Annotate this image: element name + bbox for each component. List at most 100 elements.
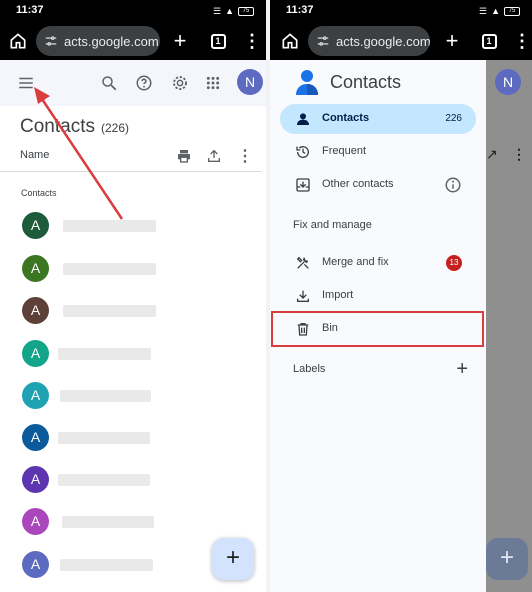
address-bar[interactable]: acts.google.com: [308, 26, 430, 56]
contacts-list-screen: 11:37 ☰ ▲ 75 acts.google.com + 1 ⋮ N Con…: [0, 0, 266, 592]
hamburger-menu-icon[interactable]: [14, 71, 38, 95]
site-settings-icon[interactable]: [316, 34, 330, 48]
contact-list-item[interactable]: A: [0, 340, 266, 370]
search-icon[interactable]: [97, 71, 121, 95]
status-bar: 11:37 ☰ ▲ 75: [270, 0, 532, 22]
contact-list-item[interactable]: A: [0, 297, 266, 327]
contacts-logo-icon: [294, 68, 320, 96]
status-icons: ☰ ▲ 75: [479, 5, 520, 17]
contact-list-item[interactable]: A: [0, 255, 266, 285]
browser-toolbar: acts.google.com + 1 ⋮: [270, 22, 532, 60]
nav-item-import[interactable]: Import: [280, 281, 476, 311]
labels-heading: Labels: [293, 363, 326, 375]
wifi-icon: ☰: [479, 5, 488, 16]
battery-icon: 75: [504, 6, 520, 16]
more-options-icon[interactable]: ⋮: [236, 147, 254, 165]
nav-item-frequent[interactable]: Frequent: [280, 137, 476, 167]
history-icon: [294, 143, 312, 161]
contact-name-placeholder: [58, 432, 150, 444]
contact-avatar: A: [22, 551, 49, 578]
import-icon: [294, 287, 312, 305]
contact-avatar: A: [22, 212, 49, 239]
contact-name-placeholder: [60, 559, 153, 571]
contact-list-item[interactable]: A: [0, 508, 266, 538]
wifi-icon: ☰: [213, 5, 222, 16]
settings-gear-icon[interactable]: [168, 71, 192, 95]
nav-count-contacts: 226: [445, 113, 462, 124]
more-options-icon: ⋮: [512, 146, 526, 162]
tools-icon: [294, 254, 312, 272]
add-label-icon[interactable]: +: [456, 359, 468, 379]
contact-name-placeholder: [58, 474, 150, 486]
contact-avatar: A: [22, 255, 49, 282]
create-contact-fab[interactable]: +: [486, 538, 528, 580]
url-text: acts.google.com: [336, 33, 430, 49]
drawer-scrim[interactable]: N ↗ ⋮ +: [486, 60, 532, 592]
person-icon: [294, 110, 312, 128]
list-header-row: Name ⋮: [0, 140, 262, 172]
contact-list-item[interactable]: A: [0, 212, 266, 242]
contact-list-item[interactable]: A: [0, 424, 266, 454]
labels-section: Labels +: [293, 359, 468, 380]
annotation-highlight-box: [271, 311, 484, 347]
contact-name-placeholder: [63, 305, 156, 317]
export-icon[interactable]: [205, 147, 223, 165]
contact-avatar: A: [22, 297, 49, 324]
contact-list-item[interactable]: A: [0, 382, 266, 412]
apps-grid-icon[interactable]: [201, 71, 225, 95]
nav-label-merge-fix: Merge and fix: [322, 256, 389, 268]
download-box-icon: [294, 176, 312, 194]
nav-item-other-contacts[interactable]: Other contacts: [280, 170, 476, 200]
menu-kebab-icon[interactable]: ⋮: [510, 29, 532, 53]
fix-manage-heading: Fix and manage: [293, 219, 372, 231]
contact-list-item[interactable]: A: [0, 466, 266, 496]
contact-name-placeholder: [62, 516, 154, 528]
signal-icon: ▲: [491, 6, 500, 16]
tab-switcher-button[interactable]: 1: [206, 29, 230, 53]
page-title-text: Contacts: [20, 116, 95, 137]
browser-toolbar: acts.google.com + 1 ⋮: [0, 22, 266, 60]
name-column-header[interactable]: Name: [20, 149, 49, 161]
page-title: Contacts (226): [20, 116, 129, 138]
status-time: 11:37: [286, 4, 314, 16]
contact-name-placeholder: [60, 390, 151, 402]
site-settings-icon[interactable]: [44, 34, 58, 48]
contact-avatar: A: [22, 466, 49, 493]
export-icon: ↗: [486, 146, 498, 162]
signal-icon: ▲: [225, 6, 234, 16]
contact-avatar: A: [22, 508, 49, 535]
nav-label-import: Import: [322, 289, 354, 301]
battery-icon: 75: [238, 6, 254, 16]
new-tab-icon[interactable]: +: [440, 28, 464, 53]
home-icon[interactable]: [278, 29, 302, 53]
app-bar: N: [0, 60, 266, 106]
info-icon[interactable]: [444, 176, 462, 194]
contact-name-placeholder: [63, 220, 156, 232]
drawer-title: Contacts: [330, 71, 402, 92]
create-contact-fab[interactable]: +: [212, 538, 254, 580]
nav-label-contacts: Contacts: [322, 112, 370, 124]
nav-label-frequent: Frequent: [322, 145, 367, 157]
merge-count-badge: 13: [446, 255, 462, 271]
drawer-header: Contacts: [294, 68, 401, 96]
nav-item-contacts[interactable]: Contacts 226: [280, 104, 476, 134]
contact-count: (226): [100, 121, 129, 135]
contact-avatar: A: [22, 424, 49, 451]
status-time: 11:37: [16, 4, 44, 16]
contact-avatar: A: [22, 382, 49, 409]
profile-avatar[interactable]: N: [495, 69, 521, 95]
contact-name-placeholder: [63, 263, 156, 275]
tab-switcher-button[interactable]: 1: [477, 29, 501, 53]
print-icon[interactable]: [175, 147, 193, 165]
nav-item-merge-fix[interactable]: Merge and fix 13: [280, 248, 476, 278]
home-icon[interactable]: [6, 29, 30, 53]
address-bar[interactable]: acts.google.com: [36, 26, 160, 56]
contacts-section-label: Contacts: [21, 188, 57, 198]
navigation-drawer: Contacts Contacts 226 Frequent Other con…: [270, 60, 486, 592]
profile-avatar[interactable]: N: [237, 69, 263, 95]
menu-kebab-icon[interactable]: ⋮: [240, 29, 264, 53]
help-icon[interactable]: [132, 71, 156, 95]
status-bar: 11:37 ☰ ▲ 75: [0, 0, 266, 22]
nav-label-other-contacts: Other contacts: [322, 178, 394, 190]
new-tab-icon[interactable]: +: [168, 28, 192, 53]
